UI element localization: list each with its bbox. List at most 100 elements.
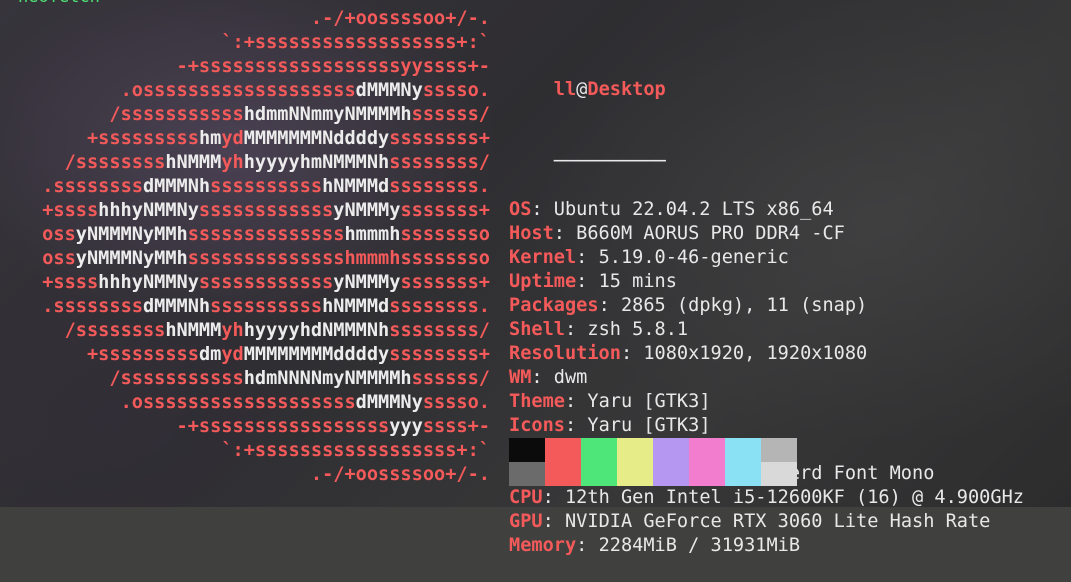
info-row-wm: WM: dwm (509, 366, 1024, 390)
info-value: 15 mins (598, 271, 677, 292)
logo-segment: yyy (389, 416, 423, 437)
logo-segment: ssss+- (422, 416, 490, 437)
logo-line: /sssssssshNMMMyhhyyyyhmNMMMNhssssssss/ (0, 151, 490, 175)
info-row-memory: Memory: 2284MiB / 31931MiB (509, 534, 1024, 558)
color-swatch (509, 462, 545, 486)
color-swatch (581, 462, 617, 486)
logo-segment: MMMMMMMNddddy (243, 128, 390, 149)
color-swatch (725, 438, 761, 462)
logo-segment: dMMMNy (355, 392, 423, 413)
logo-segment: yNMMMNyMMh (75, 224, 188, 245)
info-value: 12th Gen Intel i5-12600KF (16) @ 4.900GH… (564, 487, 1024, 508)
color-swatch (689, 438, 725, 462)
logo-segment: .osssssssssssssssssss (120, 80, 356, 101)
info-row-gpu: GPU: NVIDIA GeForce RTX 3060 Lite Hash R… (509, 510, 1024, 534)
info-key: OS (509, 199, 532, 220)
info-key: WM (509, 367, 532, 388)
logo-segment: .osssssssssssssssssss (120, 392, 356, 413)
logo-line: /sssssssshNMMMyhhyyyyhdNMMMNhssssssss/ (0, 319, 490, 343)
info-row-cpu: CPU: 12th Gen Intel i5-12600KF (16) @ 4.… (509, 486, 1024, 510)
logo-segment: oss (42, 224, 76, 245)
info-value: 5.19.0-46-generic (598, 247, 789, 268)
logo-line: .-/+oossssoo+/-. (0, 7, 490, 31)
logo-segment: hdmNNNNmyNMMMMh (243, 368, 412, 389)
logo-segment: +sssssssss (86, 128, 199, 149)
logo-segment: dm (198, 344, 222, 365)
info-key: Theme (509, 391, 565, 412)
logo-segment: `:+ssssssssssssssssss+:` (221, 32, 490, 53)
info-separator: : (620, 343, 644, 364)
info-separator: : (542, 487, 565, 508)
logo-segment: /sssssssssss (109, 104, 244, 125)
color-swatch (653, 438, 689, 462)
logo-segment: `:+ssssssssssssssssss+:` (221, 440, 490, 461)
logo-line: `:+ssssssssssssssssss+:` (0, 31, 490, 55)
logo-line: +sssshhhyNMMNyssssssssssssyNMMMysssssss+ (0, 199, 490, 223)
color-swatch (725, 462, 761, 486)
logo-segment: dMMMNh (142, 296, 211, 317)
info-value: NVIDIA GeForce RTX 3060 Lite Hash Rate (564, 511, 991, 532)
logo-segment: hhhyNMMNy (98, 200, 199, 221)
color-swatch (617, 438, 653, 462)
logo-segment: hmmmh (344, 224, 401, 245)
color-swatch (653, 462, 689, 486)
logo-segment: ssssssss+ (389, 128, 490, 149)
logo-segment: ssssssssss (210, 176, 323, 197)
logo-segment: ssssssssssss (198, 272, 334, 293)
logo-segment: ssssssss/ (389, 320, 490, 341)
logo-segment: /ssssssss (64, 320, 166, 341)
info-row-packages: Packages: 2865 (dpkg), 11 (snap) (509, 294, 1024, 318)
info-value: B660M AORUS PRO DDR4 -CF (576, 223, 845, 244)
user-host-title: ll@Desktop (509, 54, 1024, 100)
info-key: Host (509, 223, 554, 244)
logo-segment: yNMMMNyMMh (75, 248, 188, 269)
logo-segment: sssso. (422, 80, 490, 101)
logo-segment: ssssssss+ (389, 344, 490, 365)
logo-segment: yd (221, 128, 244, 149)
logo-segment: ssssssss. (389, 296, 490, 317)
info-separator: : (576, 535, 599, 556)
color-swatch (509, 438, 545, 462)
logo-segment: .-/+oossssoo+/-. (310, 8, 490, 29)
logo-line: -+ssssssssssssssssssyyssss+- (0, 55, 490, 79)
info-key: CPU (509, 487, 543, 508)
logo-line: /ssssssssssshdmNNNNmyNMMMMhssssss/ (0, 367, 490, 391)
logo-line: `:+ssssssssssssssssss+:` (0, 439, 490, 463)
color-swatch (689, 462, 725, 486)
logo-segment: ssssss/ (411, 104, 490, 125)
title-underline: ────────── (509, 126, 1024, 172)
logo-line: +sssssssssdmydMMMMMMMMddddyssssssss+ (0, 343, 490, 367)
info-row-host: Host: B660M AORUS PRO DDR4 -CF (509, 222, 1024, 246)
logo-segment: sssssss+ (400, 200, 490, 221)
info-separator: : (531, 199, 554, 220)
logo-line: -+sssssssssssssssssyyyssss+- (0, 415, 490, 439)
ubuntu-ascii-logo: .-/+oossssoo+/-. `:+ssssssssssssssssss+:`… (0, 7, 490, 487)
info-value: Yaru [GTK3] (587, 415, 711, 436)
info-value: dwm (553, 367, 588, 388)
logo-segment: hNMMMd (322, 176, 390, 197)
info-value: Yaru [GTK3] (587, 391, 711, 412)
logo-segment: hNMMM (165, 152, 222, 173)
logo-segment: +ssss (42, 272, 99, 293)
at-sign: @ (576, 79, 588, 100)
logo-segment: oss (42, 248, 76, 269)
info-key: Shell (509, 319, 565, 340)
logo-line: .-/+oossssoo+/-. (0, 463, 490, 487)
logo-segment: sssso. (422, 392, 490, 413)
info-separator: : (531, 367, 554, 388)
logo-segment: ssssssss/ (389, 152, 490, 173)
logo-segment: ssssssss. (389, 176, 490, 197)
info-value: 2284MiB / 31931MiB (598, 535, 801, 556)
info-row-kernel: Kernel: 5.19.0-46-generic (509, 246, 1024, 270)
info-separator: : (576, 247, 599, 268)
info-list: OS: Ubuntu 22.04.2 LTS x86_64 Host: B660M… (509, 198, 1024, 558)
logo-segment: /ssssssss (64, 152, 166, 173)
logo-segment: ssssssssss (210, 296, 323, 317)
logo-line: /ssssssssssshdmmNNmmyNMMMMhssssss/ (0, 103, 490, 127)
logo-segment: ssssssssssss (198, 200, 334, 221)
logo-line: +sssshhhyNMMNyssssssssssssyNMMMysssssss+ (0, 271, 490, 295)
command-line-cutoff: neofetch (18, 0, 100, 6)
logo-segment: sssssssssssssshmmmhssssssso (187, 248, 490, 269)
info-key: GPU (509, 511, 543, 532)
logo-segment: -+sssssssssssssssss (176, 416, 390, 437)
